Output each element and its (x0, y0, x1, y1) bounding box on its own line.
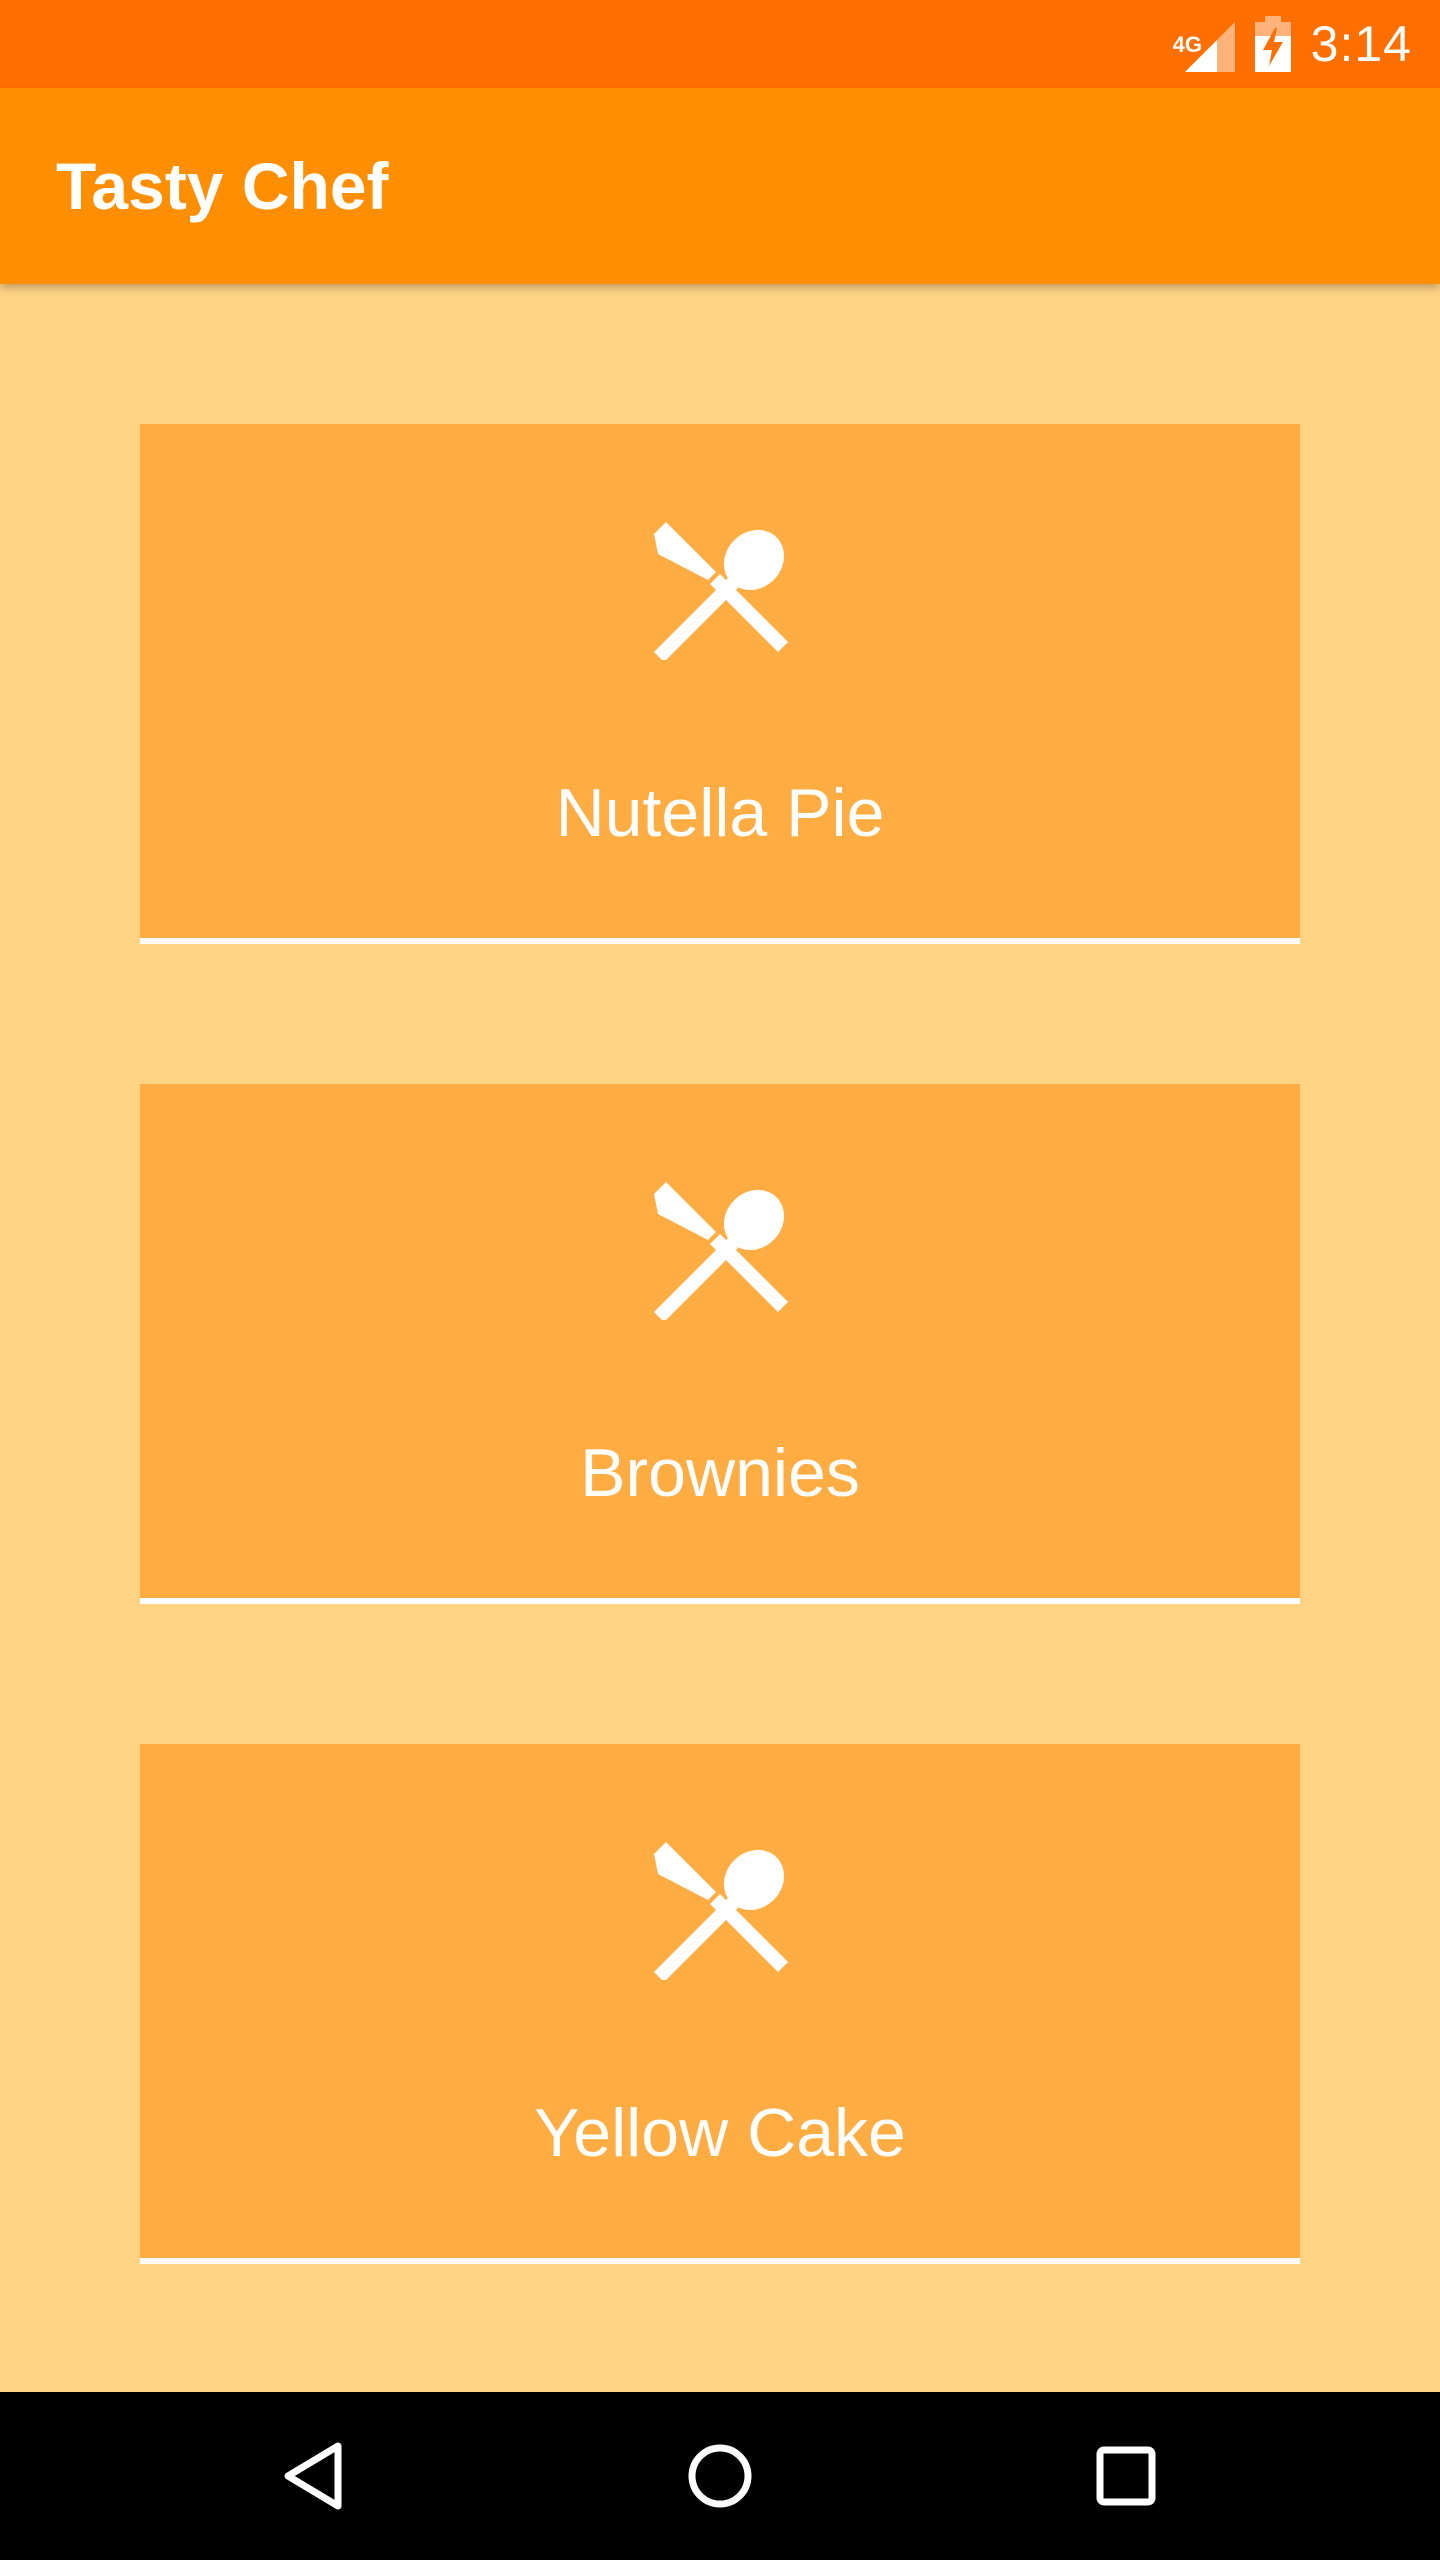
recipe-label: Yellow Cake (534, 2095, 906, 2171)
screen: 4G 3:14 Tasty Chef Nutella Pie Brownies … (0, 0, 1440, 2560)
recipe-card[interactable]: Brownies (140, 1084, 1300, 1604)
recipe-card[interactable]: Nutella Pie (140, 424, 1300, 944)
app-title: Tasty Chef (56, 149, 389, 223)
recents-button[interactable] (1026, 2392, 1226, 2560)
recipe-list: Nutella Pie Brownies Yellow Cake (0, 284, 1440, 2392)
recipe-label: Brownies (580, 1435, 860, 1511)
status-bar: 4G 3:14 (0, 0, 1440, 88)
utensils-icon (654, 522, 788, 660)
status-clock: 3:14 (1310, 16, 1412, 72)
signal-indicator: 4G (1173, 16, 1235, 72)
recipe-label: Nutella Pie (555, 775, 885, 851)
back-button[interactable] (214, 2392, 414, 2560)
app-bar: Tasty Chef (0, 88, 1440, 284)
back-icon (284, 2442, 342, 2510)
battery-charging-icon (1254, 16, 1291, 72)
utensils-icon (654, 1182, 788, 1320)
home-button[interactable] (620, 2392, 820, 2560)
utensils-icon (654, 1842, 788, 1980)
recents-icon (1096, 2446, 1156, 2506)
home-icon (688, 2444, 752, 2508)
recipe-card[interactable]: Yellow Cake (140, 1744, 1300, 2264)
status-icons: 4G 3:14 (1173, 0, 1412, 88)
navigation-bar (0, 2392, 1440, 2560)
signal-icon (1184, 22, 1235, 72)
